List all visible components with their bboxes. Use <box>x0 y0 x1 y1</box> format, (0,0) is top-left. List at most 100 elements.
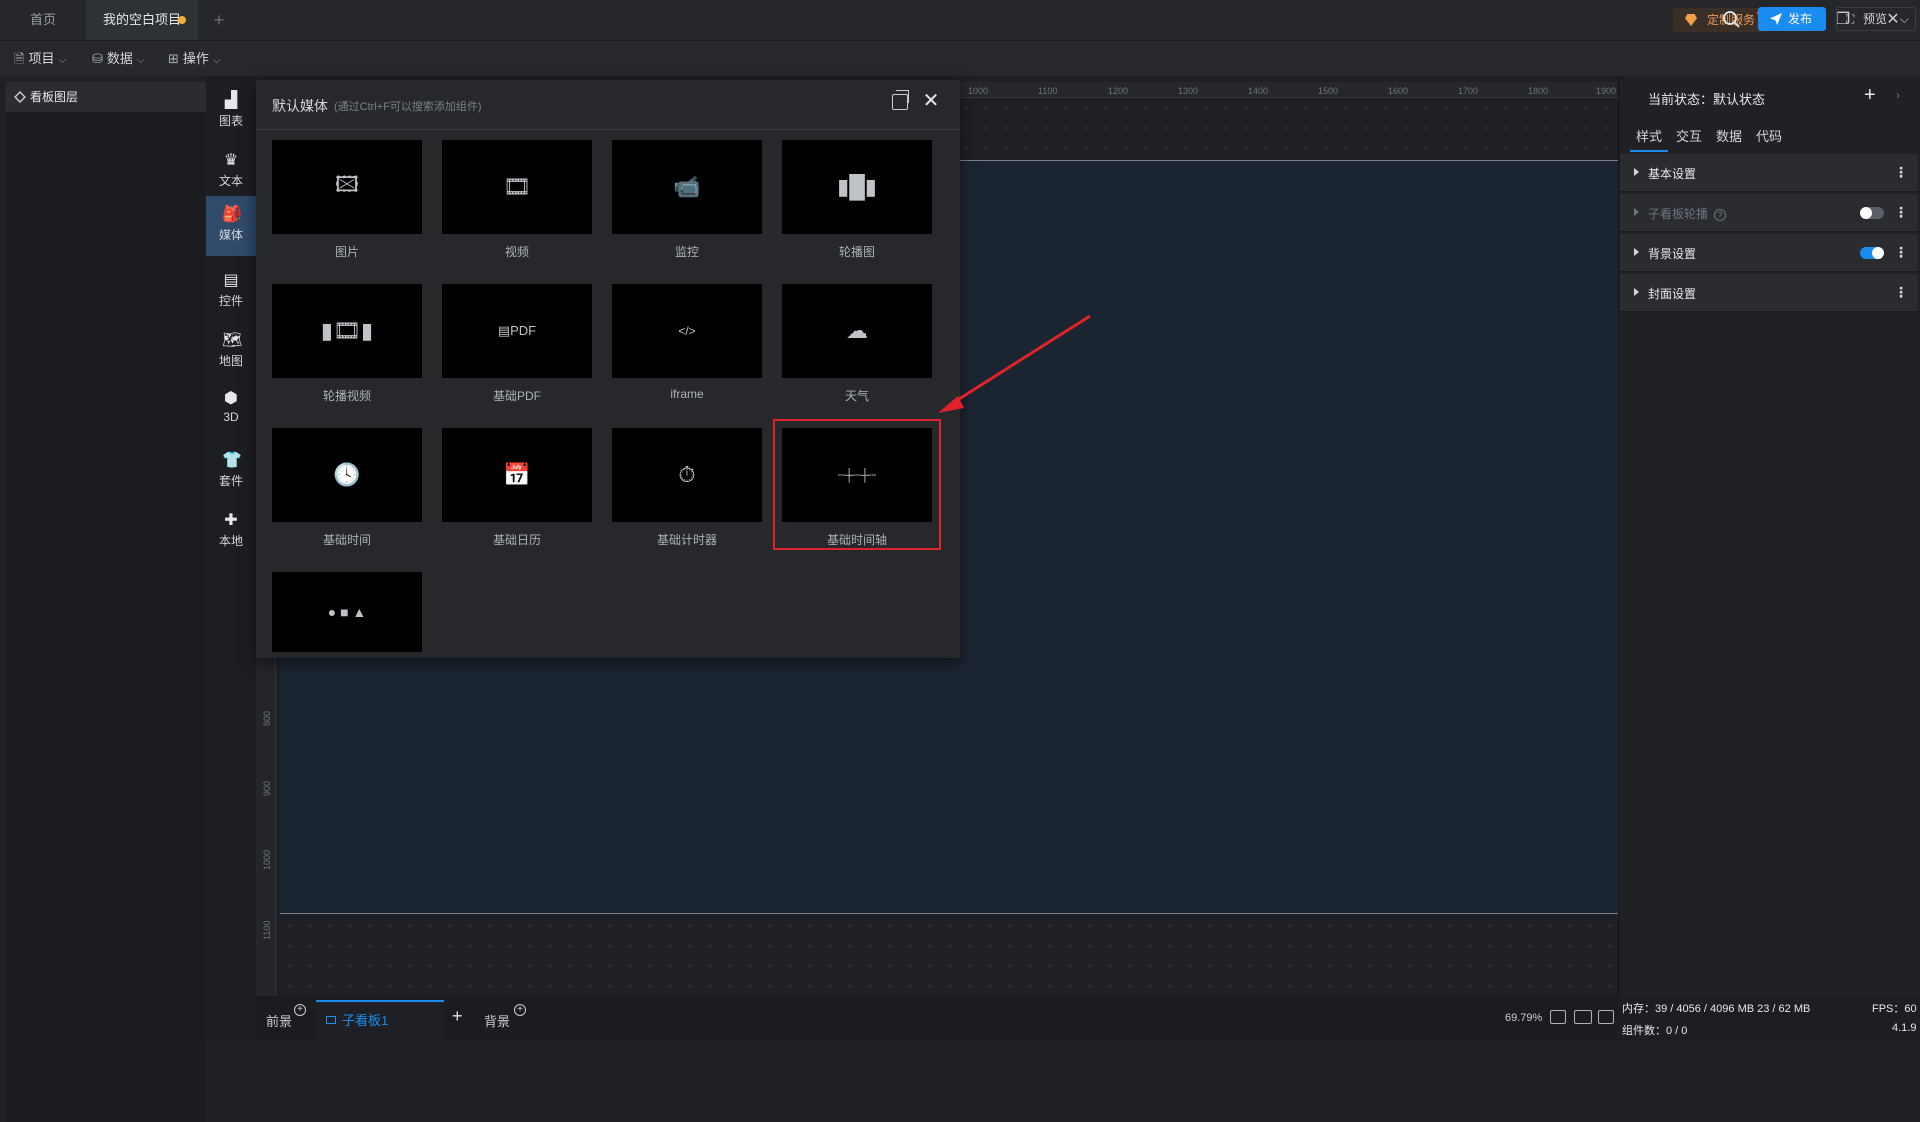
tab-data[interactable]: 数据 <box>1716 126 1742 145</box>
media-item-monitor[interactable]: 📹 <box>612 140 762 234</box>
category-label: 3D <box>223 410 239 424</box>
media-item-calendar[interactable]: 📅 <box>442 428 592 522</box>
add-foreground-icon[interactable]: + <box>294 1004 306 1016</box>
chevron-down-icon: ⌵ <box>1899 12 1909 26</box>
ruler-tick: 1100 <box>262 920 272 940</box>
version-label: 4.1.9 <box>1892 1022 1917 1034</box>
menu-data[interactable]: ⛁ 数据 ⌵ <box>92 41 145 77</box>
tab-foreground[interactable]: 前景 <box>266 1011 292 1030</box>
media-item-pdf[interactable]: ▤PDF <box>442 284 592 378</box>
grid-icon: ⊞ <box>168 51 179 66</box>
search-button[interactable] <box>1720 8 1744 32</box>
ruler-tick: 800 <box>262 710 272 726</box>
media-item-label: 基础PDF <box>492 389 541 403</box>
layer-panel-title[interactable]: 看板图层 <box>6 82 206 112</box>
highlight-box <box>773 419 941 550</box>
publish-button[interactable]: 发布 <box>1758 7 1826 31</box>
tab-project-label: 我的空白项目 <box>102 12 181 27</box>
tab-style[interactable]: 样式 <box>1636 126 1662 145</box>
memory-status: 内存：39 / 4056 / 4096 MB 23 / 62 MB <box>1622 1003 1811 1015</box>
fit-screen-icon[interactable] <box>1550 1010 1566 1024</box>
more-vertical-icon[interactable]: ⋮ <box>1894 284 1908 301</box>
ruler-tick: 1600 <box>1388 86 1409 96</box>
more-vertical-icon[interactable]: ⋮ <box>1894 204 1908 221</box>
media-item-label: iframe <box>670 387 704 401</box>
terminal-icon[interactable] <box>1598 1010 1614 1024</box>
category-3d[interactable]: ⬢ 3D <box>206 380 256 440</box>
category-text[interactable]: ♛ 文本 <box>206 142 256 202</box>
ruler-tick: 1400 <box>1248 86 1269 96</box>
puzzle-icon: ✚ <box>224 512 238 529</box>
ruler-tick: 1900 <box>1596 86 1617 96</box>
category-map[interactable]: 🗺 地图 <box>206 322 256 382</box>
cube-icon: ⬢ <box>224 390 238 407</box>
carousel-toggle[interactable] <box>1860 207 1884 219</box>
media-item-shapes[interactable]: ● ■ ▲ <box>272 572 422 652</box>
menu-operation[interactable]: ⊞ 操作 ⌵ <box>168 41 221 77</box>
sub-board-label: 子看板1 <box>342 1013 389 1028</box>
tab-interaction[interactable]: 交互 <box>1676 126 1702 145</box>
copy-icon[interactable] <box>892 90 909 110</box>
clock-icon: 🕓 <box>333 462 361 487</box>
section-background-settings[interactable]: 背景设置 ⋮ <box>1620 234 1918 272</box>
more-vertical-icon[interactable]: ⋮ <box>1894 164 1908 181</box>
media-item-iframe[interactable]: </> <box>612 284 762 378</box>
close-icon[interactable]: ✕ <box>920 90 942 112</box>
chevron-right-icon[interactable]: › <box>1896 88 1900 102</box>
category-media[interactable]: 🎒 媒体 <box>206 196 256 256</box>
carousel-icon: ▮█▮ <box>837 174 877 199</box>
chevron-down-icon: ⌵ <box>58 55 67 66</box>
help-icon[interactable]: ? <box>1714 209 1727 221</box>
more-vertical-icon[interactable]: ⋮ <box>1894 244 1908 261</box>
search-icon <box>1723 11 1740 28</box>
ruler-tick: 1700 <box>1458 86 1479 96</box>
add-sub-board-icon[interactable]: + <box>452 1006 463 1027</box>
expand-triangle-icon <box>1634 168 1639 176</box>
menu-data-label: 数据 <box>106 51 133 66</box>
media-item-carousel[interactable]: ▮█▮ <box>782 140 932 234</box>
category-label: 本地 <box>218 534 243 548</box>
add-tab-button[interactable]: + <box>206 0 232 40</box>
category-kit[interactable]: 👕 套件 <box>206 442 256 502</box>
tab-project[interactable]: 我的空白项目 <box>86 0 198 40</box>
category-local[interactable]: ✚ 本地 <box>206 502 256 562</box>
tab-home-label: 首页 <box>29 12 56 27</box>
section-cover-settings[interactable]: 封面设置 ⋮ <box>1620 274 1918 312</box>
monitor-icon <box>326 1016 336 1024</box>
category-control[interactable]: ▤ 控件 <box>206 262 256 322</box>
tab-home[interactable]: 首页 <box>0 0 86 40</box>
section-sub-board-carousel[interactable]: 子看板轮播? ⋮ <box>1620 194 1918 232</box>
media-item-timer[interactable]: ⏱ <box>612 428 762 522</box>
add-background-icon[interactable]: + <box>514 1004 526 1016</box>
ruler-tick: 1300 <box>1178 86 1199 96</box>
media-item-video[interactable]: 🎞 <box>442 140 592 234</box>
media-item-image[interactable]: 🖾 <box>272 140 422 234</box>
keyboard-icon[interactable] <box>1574 1010 1592 1024</box>
tab-code[interactable]: 代码 <box>1756 126 1782 145</box>
media-item-carousel-video[interactable]: ▮🎞▮ <box>272 284 422 378</box>
shirt-icon: 👕 <box>222 452 242 469</box>
menu-project[interactable]: 🗎 项目 ⌵ <box>14 41 66 77</box>
media-item-time[interactable]: 🕓 <box>272 428 422 522</box>
zoom-level[interactable]: 69.79% <box>1505 1012 1542 1024</box>
category-label: 地图 <box>218 354 243 368</box>
carousel-video-icon: ▮🎞▮ <box>320 318 374 343</box>
pdf-icon: ▤PDF <box>497 323 537 338</box>
background-toggle[interactable] <box>1860 247 1884 259</box>
bar-chart-icon: ▟ <box>224 92 238 109</box>
component-count: 组件数：0 / 0 <box>1622 1025 1688 1037</box>
media-item-weather[interactable]: ☁ <box>782 284 932 378</box>
tab-sub-board[interactable]: 子看板1 <box>316 1000 444 1040</box>
section-basic-settings[interactable]: 基本设置 ⋮ <box>1620 154 1918 192</box>
media-item-label: 轮播图 <box>838 245 875 259</box>
category-chart[interactable]: ▟ 图表 <box>206 82 256 142</box>
send-icon <box>1770 13 1782 25</box>
cloud-icon: ☁ <box>846 318 868 343</box>
map-icon: 🗺 <box>222 332 243 349</box>
current-state-label: 当前状态：默认状态 <box>1648 92 1766 107</box>
preview-button[interactable]: ⛶ 预览 ⌵ <box>1836 7 1916 31</box>
add-state-icon[interactable]: + <box>1864 84 1876 107</box>
tab-background[interactable]: 背景 <box>484 1011 510 1030</box>
control-icon: ▤ <box>223 272 239 289</box>
expand-triangle-icon <box>1634 208 1639 216</box>
